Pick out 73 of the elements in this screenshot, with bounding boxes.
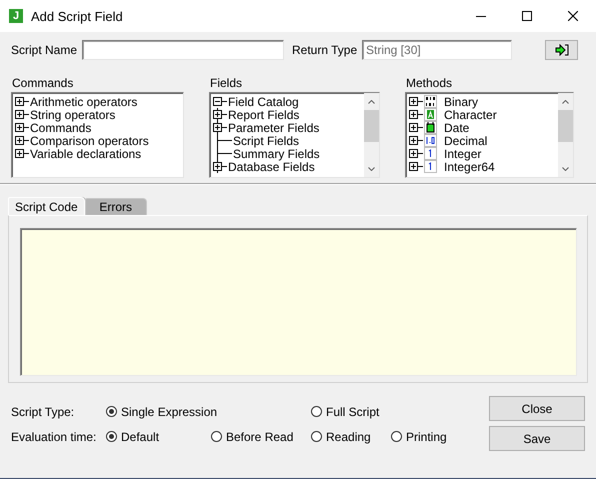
decimal-icon [424, 134, 437, 147]
tree-item[interactable]: Database Fields [227, 160, 315, 174]
insert-button[interactable] [545, 40, 578, 60]
tree-item[interactable]: Character [443, 108, 497, 122]
tree-item[interactable]: Script Fields [232, 134, 300, 148]
expand-icon[interactable] [15, 110, 24, 119]
radio-button[interactable] [391, 431, 402, 442]
list-label: Commands [11, 76, 74, 90]
field-label: Script Name [11, 43, 78, 57]
radio-label[interactable]: Reading [326, 430, 371, 444]
tree-item[interactable]: Summary Fields [232, 146, 320, 160]
scroll-up-icon [368, 100, 375, 104]
scroll-down-icon [368, 166, 375, 170]
tree-item[interactable]: Binary [443, 94, 478, 108]
scrollbar[interactable] [558, 93, 573, 177]
expand-icon[interactable] [213, 110, 222, 119]
tree-item[interactable]: Integer64 [443, 160, 495, 174]
tree-item[interactable]: String operators [29, 108, 116, 122]
expand-icon[interactable] [15, 136, 24, 145]
tree-item[interactable]: Integer [443, 146, 482, 160]
list-label: Methods [405, 76, 454, 90]
expand-icon[interactable] [409, 162, 418, 171]
radio-button[interactable] [106, 431, 117, 442]
tree-item[interactable]: Report Fields [227, 108, 300, 122]
radio-label[interactable]: Printing [406, 430, 447, 444]
radio-button[interactable] [106, 406, 117, 417]
collapse-icon[interactable] [213, 97, 222, 106]
character-icon [424, 108, 437, 121]
radio-label[interactable]: Full Script [326, 404, 380, 418]
tree-item[interactable]: Arithmetic operators [29, 94, 138, 108]
dialog-button[interactable]: Close [489, 396, 585, 421]
tree-item[interactable]: Variable declarations [29, 146, 142, 160]
field-label: Return Type [292, 43, 358, 57]
arrow-icon [554, 44, 568, 56]
tree-item[interactable]: Comparison operators [29, 134, 149, 148]
tree-item[interactable]: Parameter Fields [227, 120, 320, 134]
radio-label[interactable]: Default [121, 430, 160, 444]
integer-icon [424, 160, 437, 173]
tree-item[interactable]: Commands [29, 120, 92, 134]
list-label: Fields [209, 76, 244, 90]
option-label: Evaluation time: [11, 430, 98, 444]
expand-icon[interactable] [409, 123, 418, 132]
expand-icon[interactable] [15, 123, 24, 132]
expand-icon[interactable] [15, 97, 24, 106]
dialog-button[interactable]: Save [489, 426, 585, 451]
option-label: Script Type: [11, 404, 76, 418]
expand-icon[interactable] [15, 149, 24, 158]
scrollbar[interactable] [364, 93, 379, 177]
expand-icon[interactable] [409, 149, 418, 158]
expand-icon[interactable] [409, 136, 418, 145]
script-name-field[interactable] [82, 40, 284, 60]
radio-button[interactable] [211, 431, 222, 442]
tree-item[interactable]: Date [443, 120, 470, 134]
tab[interactable]: Script Code [8, 197, 85, 215]
scroll-up-icon [562, 100, 569, 104]
integer-icon [424, 147, 437, 160]
window-title: Add Script Field [31, 8, 124, 24]
expand-icon[interactable] [409, 97, 418, 106]
radio-label[interactable]: Before Read [226, 430, 294, 444]
close-icon [568, 11, 578, 21]
radio-button[interactable] [311, 406, 322, 417]
return-type-field[interactable]: String [30] [362, 40, 512, 60]
maximize-icon [522, 11, 532, 21]
tree-item[interactable]: Field Catalog [227, 94, 299, 108]
radio-button[interactable] [311, 431, 322, 442]
tree-item[interactable]: Decimal [443, 134, 488, 148]
scroll-down-icon [562, 166, 569, 170]
expand-icon[interactable] [213, 162, 222, 171]
tab[interactable]: Errors [84, 198, 147, 215]
expand-icon[interactable] [409, 110, 418, 119]
app-icon: J [9, 9, 23, 23]
radio-label[interactable]: Single Expression [121, 404, 218, 418]
expand-icon[interactable] [213, 123, 222, 132]
